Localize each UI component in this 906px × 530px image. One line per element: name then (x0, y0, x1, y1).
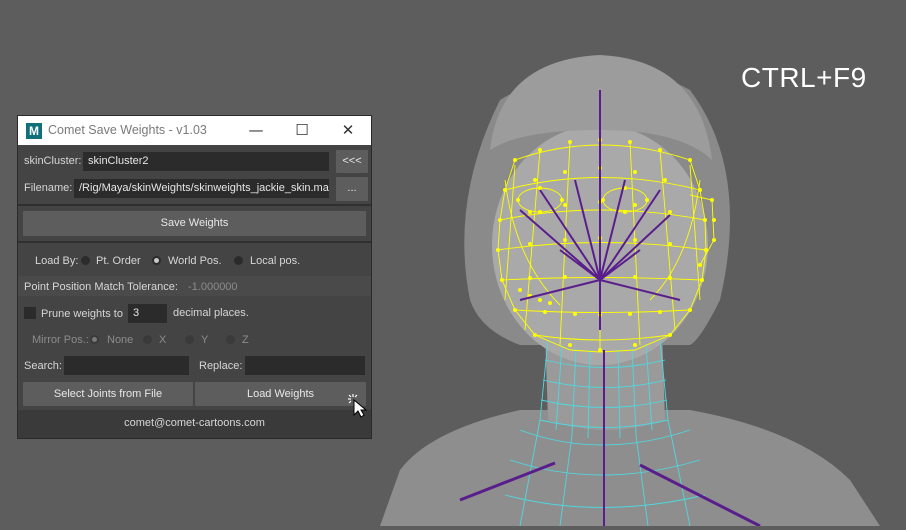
mirror-pos-label: Mirror Pos.: (32, 334, 89, 346)
tolerance-field[interactable]: -1.000000 (188, 281, 238, 293)
prune-decimals-field[interactable]: 3 (128, 304, 167, 323)
search-field[interactable] (64, 356, 189, 375)
load-by-local-pos-label[interactable]: Local pos. (250, 255, 300, 267)
load-by-pt-order-label[interactable]: Pt. Order (96, 255, 141, 267)
filename-field[interactable]: /Rig/Maya/skinWeights/skinweights_jackie… (74, 179, 329, 198)
search-label: Search: (24, 360, 62, 372)
close-button[interactable]: ✕ (325, 116, 371, 145)
prune-label: Prune weights to (41, 308, 123, 320)
prune-checkbox[interactable] (24, 307, 36, 319)
hotkey-overlay: CTRL+F9 (741, 62, 867, 93)
mirror-y-radio[interactable] (185, 335, 194, 344)
mirror-x-radio[interactable] (143, 335, 152, 344)
tolerance-label: Point Position Match Tolerance: (24, 281, 178, 293)
skincluster-label: skinCluster: (24, 155, 82, 167)
separator (18, 241, 371, 243)
browse-file-button[interactable]: ... (336, 177, 368, 201)
footer-email: comet@comet-cartoons.com (124, 417, 265, 429)
load-by-pt-order-radio[interactable] (81, 256, 90, 265)
skincluster-field[interactable]: skinCluster2 (83, 152, 329, 171)
maximize-button[interactable]: ☐ (279, 116, 325, 145)
mouse-cursor-icon (348, 394, 368, 418)
load-weights-button[interactable]: Load Weights (195, 382, 366, 406)
load-by-world-pos-label[interactable]: World Pos. (168, 255, 222, 267)
mirror-y-label[interactable]: Y (201, 334, 208, 346)
replace-field[interactable] (245, 356, 365, 375)
filename-label: Filename: (24, 182, 73, 194)
mirror-x-label[interactable]: X (159, 334, 166, 346)
minimize-button[interactable]: — (233, 116, 279, 145)
select-joints-from-file-button[interactable]: Select Joints from File (23, 382, 193, 406)
save-weights-button[interactable]: Save Weights (23, 211, 366, 236)
window-titlebar[interactable]: M Comet Save Weights - v1.03 — ☐ ✕ (18, 116, 371, 145)
prune-suffix-label: decimal places. (173, 307, 249, 319)
mirror-z-radio[interactable] (226, 335, 235, 344)
replace-label: Replace: (199, 360, 243, 372)
footer-bar: comet@comet-cartoons.com (18, 410, 371, 438)
comet-save-weights-window: M Comet Save Weights - v1.03 — ☐ ✕ skinC… (18, 116, 371, 438)
mirror-none-radio[interactable] (90, 335, 99, 344)
load-by-world-pos-radio[interactable] (152, 256, 161, 265)
skincluster-pick-button[interactable]: <<< (336, 150, 368, 173)
mirror-none-label[interactable]: None (107, 334, 133, 346)
load-by-label: Load By: (35, 255, 79, 267)
mirror-z-label[interactable]: Z (242, 334, 249, 346)
maya-app-icon: M (26, 123, 42, 139)
window-title: Comet Save Weights - v1.03 (48, 123, 207, 137)
load-by-local-pos-radio[interactable] (234, 256, 243, 265)
separator (18, 204, 371, 206)
